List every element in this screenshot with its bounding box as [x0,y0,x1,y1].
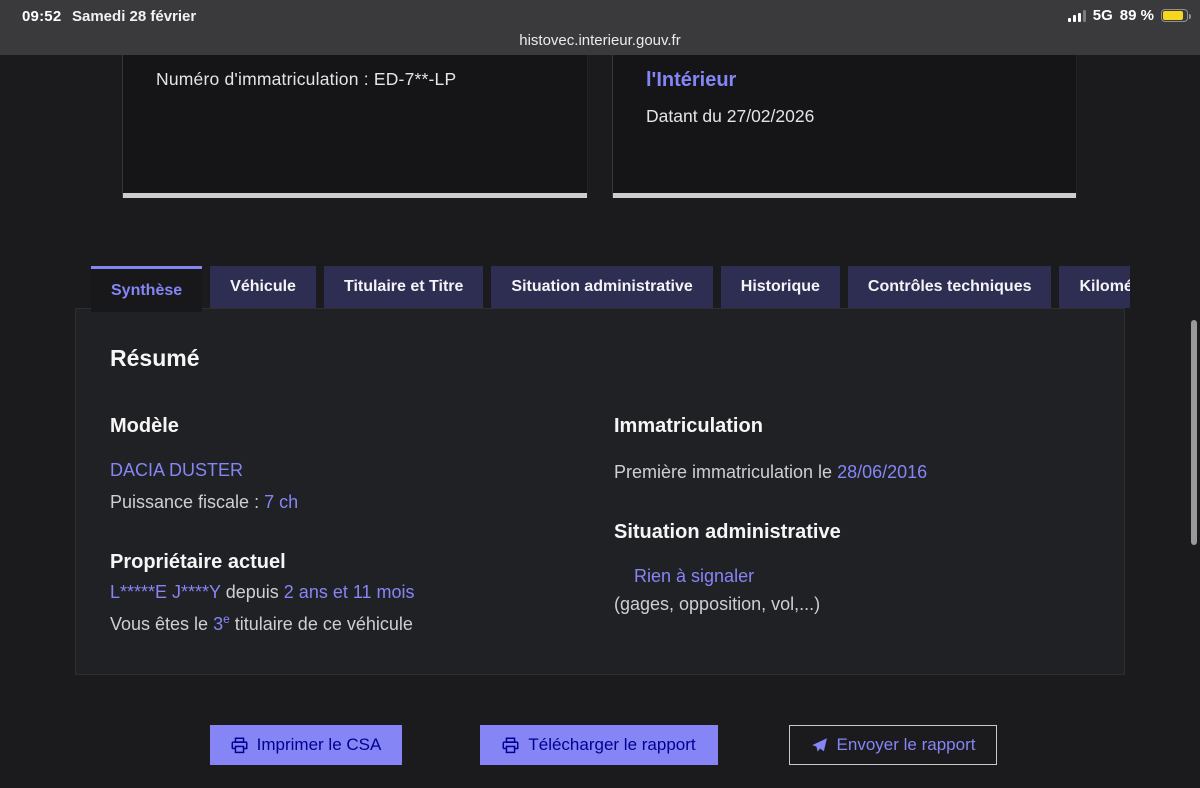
owner-line: L*****E J****Y depuis 2 ans et 11 mois [110,582,614,603]
model-name: DACIA DUSTER [110,460,244,480]
date: Samedi 28 février [72,8,197,25]
tab-situation-administrative[interactable]: Situation administrative [491,266,713,308]
tab-controles-techniques[interactable]: Contrôles techniques [847,266,1052,308]
battery-percent: 89 % [1119,7,1154,24]
clock: 09:52 [22,8,62,25]
holder-suffix: titulaire de ce véhicule [229,614,413,634]
first-registration-line: Première immatriculation le 28/06/2016 [614,462,1124,483]
panel-title: Résumé [110,345,200,371]
status-bar: 09:52 Samedi 28 février 5G 89 % histovec… [0,0,1200,55]
download-report-label: Télécharger le rapport [528,735,696,754]
card-bottom-accent [123,193,587,198]
registration-heading: Immatriculation [614,415,763,437]
first-registration-date: 28/06/2016 [837,462,928,482]
holder-line: Vous êtes le 3e titulaire de ce véhicule [110,612,614,635]
tab-synthese[interactable]: Synthèse [91,266,203,312]
owner-name: L*****E J****Y [110,582,221,602]
registration-number: Numéro d'immatriculation : ED-7**-LP [156,69,457,89]
holder-rank: 3 [213,614,224,634]
send-report-button[interactable]: Envoyer le rapport [789,725,997,765]
print-csa-button[interactable]: Imprimer le CSA [210,725,402,765]
network-type: 5G [1092,7,1113,24]
status-indicators: 5G 89 % [1067,7,1191,24]
cellular-signal-icon [1067,9,1086,22]
summary-right-column: Immatriculation Première immatriculation… [614,414,1124,635]
first-registration-label: Première immatriculation le [614,462,838,482]
registration-card: Numéro d'immatriculation : ED-7**-LP [122,55,588,198]
fiscal-power-value: 7 ch [264,492,299,512]
fiscal-power-line: Puissance fiscale : 7 ch [110,492,614,513]
battery-icon [1161,9,1191,22]
printer-icon [502,737,519,753]
certificate-link[interactable]: l'Intérieur [646,69,1076,92]
situation-status: Rien à signaler [634,566,755,586]
owner-heading: Propriétaire actuel [110,551,286,573]
address-bar[interactable]: histovec.interieur.gouv.fr [0,32,1200,49]
summary-left-column: Modèle DACIA DUSTER Puissance fiscale : … [110,414,614,635]
synthese-panel: Résumé Modèle DACIA DUSTER Puissance fis… [75,308,1125,675]
print-csa-label: Imprimer le CSA [256,735,382,754]
send-report-label: Envoyer le rapport [836,735,976,754]
holder-prefix: Vous êtes le [110,614,214,634]
holder-rank-ordinal: e [223,612,230,626]
certificate-date: Datant du 27/02/2026 [646,106,815,126]
report-tab-bar: Synthèse Véhicule Titulaire et Titre Sit… [75,266,1130,312]
send-plane-icon [811,737,827,752]
tab-vehicule[interactable]: Véhicule [210,266,316,308]
owner-since-value: 2 ans et 11 mois [283,582,415,602]
tab-kilometrage[interactable]: Kilométrage [1059,266,1130,308]
situation-note: (gages, opposition, vol,...) [614,594,821,614]
model-heading: Modèle [110,415,179,437]
tab-historique[interactable]: Historique [720,266,840,308]
tab-titulaire-et-titre[interactable]: Titulaire et Titre [323,266,484,308]
download-report-button[interactable]: Télécharger le rapport [480,725,718,765]
owner-since-label: depuis [220,582,284,602]
card-bottom-accent [613,193,1076,198]
fiscal-power-label: Puissance fiscale : [110,492,265,512]
situation-heading: Situation administrative [614,521,841,543]
printer-icon [231,737,248,753]
certificate-card: l'Intérieur Datant du 27/02/2026 [612,55,1077,198]
page-scrollbar[interactable] [1191,320,1197,545]
